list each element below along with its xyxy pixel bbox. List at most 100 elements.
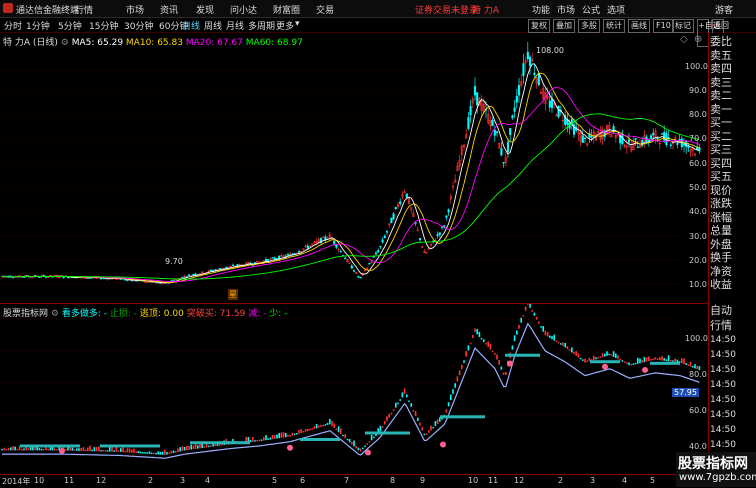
indicator-bar <box>322 424 324 427</box>
indicator-bar <box>546 332 549 337</box>
period-monthly[interactable]: 月线 <box>226 19 244 32</box>
indicator-bar <box>432 426 434 429</box>
indicator-bar <box>291 432 294 436</box>
indicator-bar <box>403 388 406 395</box>
buy-signal-marker <box>365 449 371 456</box>
btn-draw[interactable]: 画线 <box>628 19 650 33</box>
indicator-bar <box>313 426 316 430</box>
candle-body <box>533 72 536 75</box>
menu-item-discover[interactable]: 发现 <box>196 3 214 16</box>
candle-body <box>634 138 637 141</box>
indicator-bar <box>282 432 285 438</box>
indicator-bar <box>595 357 597 360</box>
indicator-bar <box>71 447 74 451</box>
indicator-bar <box>131 449 133 453</box>
login-status[interactable]: 证券交易未登录 <box>415 3 478 16</box>
menu-item-market[interactable]: 市场 <box>126 3 144 16</box>
indicator-bar <box>14 446 16 451</box>
period-tick[interactable]: 分时 <box>4 19 22 32</box>
period-1min[interactable]: 1分钟 <box>26 19 50 32</box>
indicator-bar <box>560 343 562 345</box>
indicator-bar <box>410 403 412 407</box>
indicator-bar <box>144 452 146 454</box>
menu-item-hq[interactable]: 行情 <box>75 3 93 16</box>
indicator-bar <box>10 447 12 451</box>
candle-body <box>660 133 664 135</box>
indicator-bar <box>610 354 613 356</box>
btn-overlay[interactable]: 叠加 <box>553 19 575 33</box>
period-5min[interactable]: 5分钟 <box>58 19 82 32</box>
indicator-bar <box>641 360 643 363</box>
menu-item-fortune[interactable]: 财富圈 <box>273 3 300 16</box>
candle-body <box>515 96 518 103</box>
candle-body <box>159 282 162 284</box>
price-chart[interactable]: 特 力A (日线) ⚙ MA5: 65.29 MA10: 65.83 MA20:… <box>0 33 708 304</box>
indicator-bar <box>40 448 43 451</box>
period-multi[interactable]: 多周期 <box>248 19 275 32</box>
tick-time: 14:50 <box>710 365 736 375</box>
indicator-bar <box>181 446 184 451</box>
x-label: 9 <box>420 476 426 485</box>
indicator-bar <box>478 331 481 337</box>
menu-item-trade[interactable]: 交易 <box>316 3 334 16</box>
indicator-bar <box>384 420 386 425</box>
period-weekly[interactable]: 周线 <box>204 19 222 32</box>
support-band <box>650 361 680 365</box>
indicator-bar <box>555 340 558 342</box>
indicator-bar <box>340 428 342 435</box>
period-30min[interactable]: 30分钟 <box>124 19 153 32</box>
btn-stats[interactable]: 统计 <box>603 19 625 33</box>
menu-item-news[interactable]: 资讯 <box>160 3 178 16</box>
indicator-bar <box>630 363 632 366</box>
candle-body <box>333 240 336 244</box>
btn-mark[interactable]: 标记 <box>672 19 694 33</box>
indicator-bar <box>142 451 144 454</box>
candle-body <box>322 236 325 239</box>
candle-body <box>273 257 276 260</box>
candle-body <box>29 276 32 279</box>
indicator-bar <box>520 317 522 323</box>
indicator-bar <box>540 326 542 328</box>
indicator-bar <box>544 330 547 336</box>
y-tick: 90.0 <box>689 86 707 95</box>
indicator-bar <box>648 356 650 362</box>
indicator-bar <box>447 402 450 407</box>
indicator-bar <box>265 435 267 441</box>
period-daily[interactable]: 日线 <box>182 19 200 32</box>
indicator-bar <box>498 359 500 365</box>
btn-multi-stock[interactable]: 多股 <box>578 19 600 33</box>
sub-y-tick: 80.0 <box>689 370 707 379</box>
indicator-bar <box>645 357 648 362</box>
indicator-bar <box>16 448 19 451</box>
chevron-down-icon[interactable]: ▾ <box>295 19 300 29</box>
indicator-bar <box>564 342 566 348</box>
candle-body <box>379 245 382 248</box>
period-15min[interactable]: 15分钟 <box>89 19 118 32</box>
menu-item-ask[interactable]: 问小达 <box>230 3 257 16</box>
period-more[interactable]: 更多 <box>276 19 294 32</box>
indicator-bar <box>95 447 98 452</box>
candle-body <box>306 245 309 249</box>
menu-formula[interactable]: 公式 <box>582 3 600 16</box>
candle-body <box>557 105 560 118</box>
indicator-chart[interactable]: 股票指标网 ⚙ 看多做多: - 止损: - 逃顶: 0.00 突破买: 71.5… <box>0 304 708 474</box>
event-marker[interactable]: 星 <box>228 289 238 300</box>
indicator-bar <box>381 426 384 428</box>
indicator-bar <box>269 437 272 440</box>
guest-label[interactable]: 游客 <box>715 3 733 16</box>
indicator-bar <box>696 365 698 370</box>
indicator-bar <box>694 364 696 369</box>
y-tick: 40.0 <box>689 207 707 216</box>
indicator-bar <box>98 446 100 452</box>
btn-fuquan[interactable]: 复权 <box>528 19 550 33</box>
indicator-bar <box>692 366 694 368</box>
menu-function[interactable]: 功能 <box>532 3 550 16</box>
btn-f10[interactable]: F10 <box>653 19 674 33</box>
indicator-bar <box>84 449 87 452</box>
indicator-bar <box>588 357 591 362</box>
indicator-bar <box>148 451 151 454</box>
menu-options[interactable]: 选项 <box>607 3 625 16</box>
menu-market-2[interactable]: 市场 <box>557 3 575 16</box>
indicator-bar <box>533 312 536 316</box>
x-label: 10 <box>34 476 45 485</box>
